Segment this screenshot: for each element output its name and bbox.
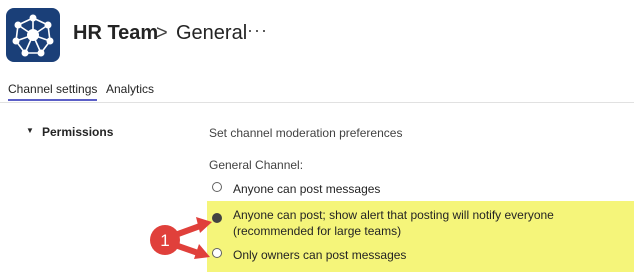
- breadcrumb-separator: >: [156, 22, 168, 44]
- option-label: Anyone can post messages: [233, 182, 381, 196]
- tab-label: Channel settings: [8, 82, 98, 96]
- radio-button[interactable]: [212, 182, 222, 192]
- tab-analytics[interactable]: Analytics: [106, 82, 154, 96]
- tab-channel-settings[interactable]: Channel settings: [8, 82, 98, 101]
- section-title[interactable]: Permissions: [42, 125, 113, 139]
- permissions-panel: ▼ Permissions Set channel moderation pre…: [0, 103, 634, 272]
- option-anyone-post-alert[interactable]: Anyone can post; show alert that posting…: [212, 207, 632, 241]
- option-anyone-post[interactable]: Anyone can post messages: [212, 181, 592, 197]
- team-logo[interactable]: [6, 8, 60, 62]
- team-name[interactable]: HR Team: [73, 22, 158, 45]
- tab-label: Analytics: [106, 82, 155, 96]
- option-owners-only[interactable]: Only owners can post messages: [212, 247, 512, 263]
- section-description: Set channel moderation preferences: [209, 126, 403, 140]
- active-tab-indicator: [8, 99, 98, 101]
- option-label: Only owners can post messages: [233, 248, 407, 262]
- radio-button-selected[interactable]: [212, 213, 222, 223]
- radio-button[interactable]: [212, 248, 222, 258]
- channel-header: HR Team > General ···: [0, 0, 634, 70]
- option-label: Anyone can post; show alert that posting…: [233, 208, 554, 238]
- collapse-caret-icon[interactable]: ▼: [26, 126, 34, 135]
- network-icon: [12, 14, 54, 57]
- more-options-button[interactable]: ···: [247, 20, 268, 41]
- tab-bar: Channel settings Analytics: [0, 82, 634, 104]
- general-channel-label: General Channel:: [209, 158, 304, 172]
- channel-name: General: [176, 22, 248, 44]
